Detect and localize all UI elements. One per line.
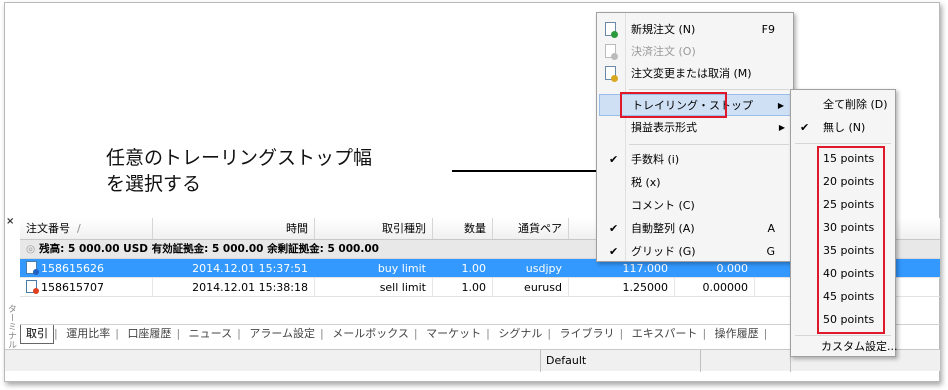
highlight-box <box>620 92 727 118</box>
menu-separator <box>629 89 789 90</box>
context-menu: 新規注文 (N) F9 決済注文 (O) 注文変更または取消 (M) トレイリン… <box>596 12 794 262</box>
tab-signals[interactable]: シグナル <box>493 325 547 343</box>
menu-item-comment[interactable]: コメント (C) <box>599 195 791 217</box>
modify-order-icon <box>605 66 618 82</box>
column-header-type[interactable]: 取引種別 <box>315 218 433 239</box>
tab-trade[interactable]: 取引 <box>20 325 54 344</box>
column-header-time[interactable]: 時間 <box>153 218 315 239</box>
menu-item-close-order[interactable]: 決済注文 (O) <box>599 41 791 63</box>
submenu-arrow-icon: ▶ <box>777 101 784 110</box>
annotation-text: 任意のトレーリングストップ幅 を選択する <box>106 145 372 197</box>
menu-item-modify-order[interactable]: 注文変更または取消 (M) <box>599 63 791 85</box>
sort-indicator: / <box>77 222 81 235</box>
tab-exposure[interactable]: 運用比率 <box>61 325 115 343</box>
tab-journal[interactable]: 操作履歴 <box>710 325 764 343</box>
column-header-order[interactable]: 注文番号 / <box>20 218 153 239</box>
submenu-item-custom[interactable]: カスタム設定... <box>791 336 898 358</box>
close-icon[interactable]: × <box>6 216 14 227</box>
tab-alerts[interactable]: アラーム設定 <box>244 325 320 343</box>
column-header-symbol[interactable]: 通貨ペア <box>493 218 569 239</box>
status-profile: Default <box>540 350 700 372</box>
annotation-line-2: を選択する <box>106 173 202 195</box>
tab-experts[interactable]: エキスパート <box>627 325 703 343</box>
submenu-arrow-icon: ▶ <box>778 123 785 132</box>
menu-item-grid[interactable]: ✔ グリッド (G) G <box>599 241 791 263</box>
menu-separator <box>795 143 891 144</box>
sell-order-icon <box>26 280 39 294</box>
menu-item-tax[interactable]: 税 (x) <box>599 172 791 194</box>
checkmark-icon: ✔ <box>609 222 619 235</box>
menu-separator <box>629 144 789 145</box>
tab-market[interactable]: マーケット <box>421 325 486 343</box>
checkmark-icon: ✔ <box>609 245 619 258</box>
checkmark-icon: ✔ <box>800 121 810 134</box>
submenu-item-none[interactable]: ✔ 無し (N) <box>791 117 895 139</box>
menu-item-auto-arrange[interactable]: ✔ 自動整列 (A) A <box>599 218 791 240</box>
column-header-quantity[interactable]: 数量 <box>433 218 493 239</box>
menu-item-profit-format[interactable]: 損益表示形式 ▶ <box>599 117 791 139</box>
status-cell <box>700 350 790 372</box>
highlight-box <box>817 146 885 334</box>
submenu-item-delete-all[interactable]: 全て削除 (D) <box>791 94 895 116</box>
balance-icon: ◎ <box>26 243 36 255</box>
tab-account-history[interactable]: 口座履歴 <box>122 325 176 343</box>
buy-order-icon <box>26 261 39 275</box>
annotation-line-1: 任意のトレーリングストップ幅 <box>106 147 373 169</box>
balance-text: 残高: 5 000.00 USD 有効証拠金: 5 000.00 余剰証拠金: … <box>39 243 379 255</box>
tab-library[interactable]: ライブラリ <box>555 325 620 343</box>
menu-item-new-order[interactable]: 新規注文 (N) F9 <box>599 19 791 41</box>
trailing-stop-submenu: 全て削除 (D) ✔ 無し (N) 15 points 20 points 25… <box>790 89 898 358</box>
close-order-icon <box>605 44 618 60</box>
tab-mailbox[interactable]: メールボックス <box>327 325 414 343</box>
menu-item-commission[interactable]: ✔ 手数料 (i) <box>599 149 791 171</box>
tab-news[interactable]: ニュース <box>184 325 237 343</box>
checkmark-icon: ✔ <box>609 153 619 166</box>
new-order-icon <box>605 22 618 38</box>
